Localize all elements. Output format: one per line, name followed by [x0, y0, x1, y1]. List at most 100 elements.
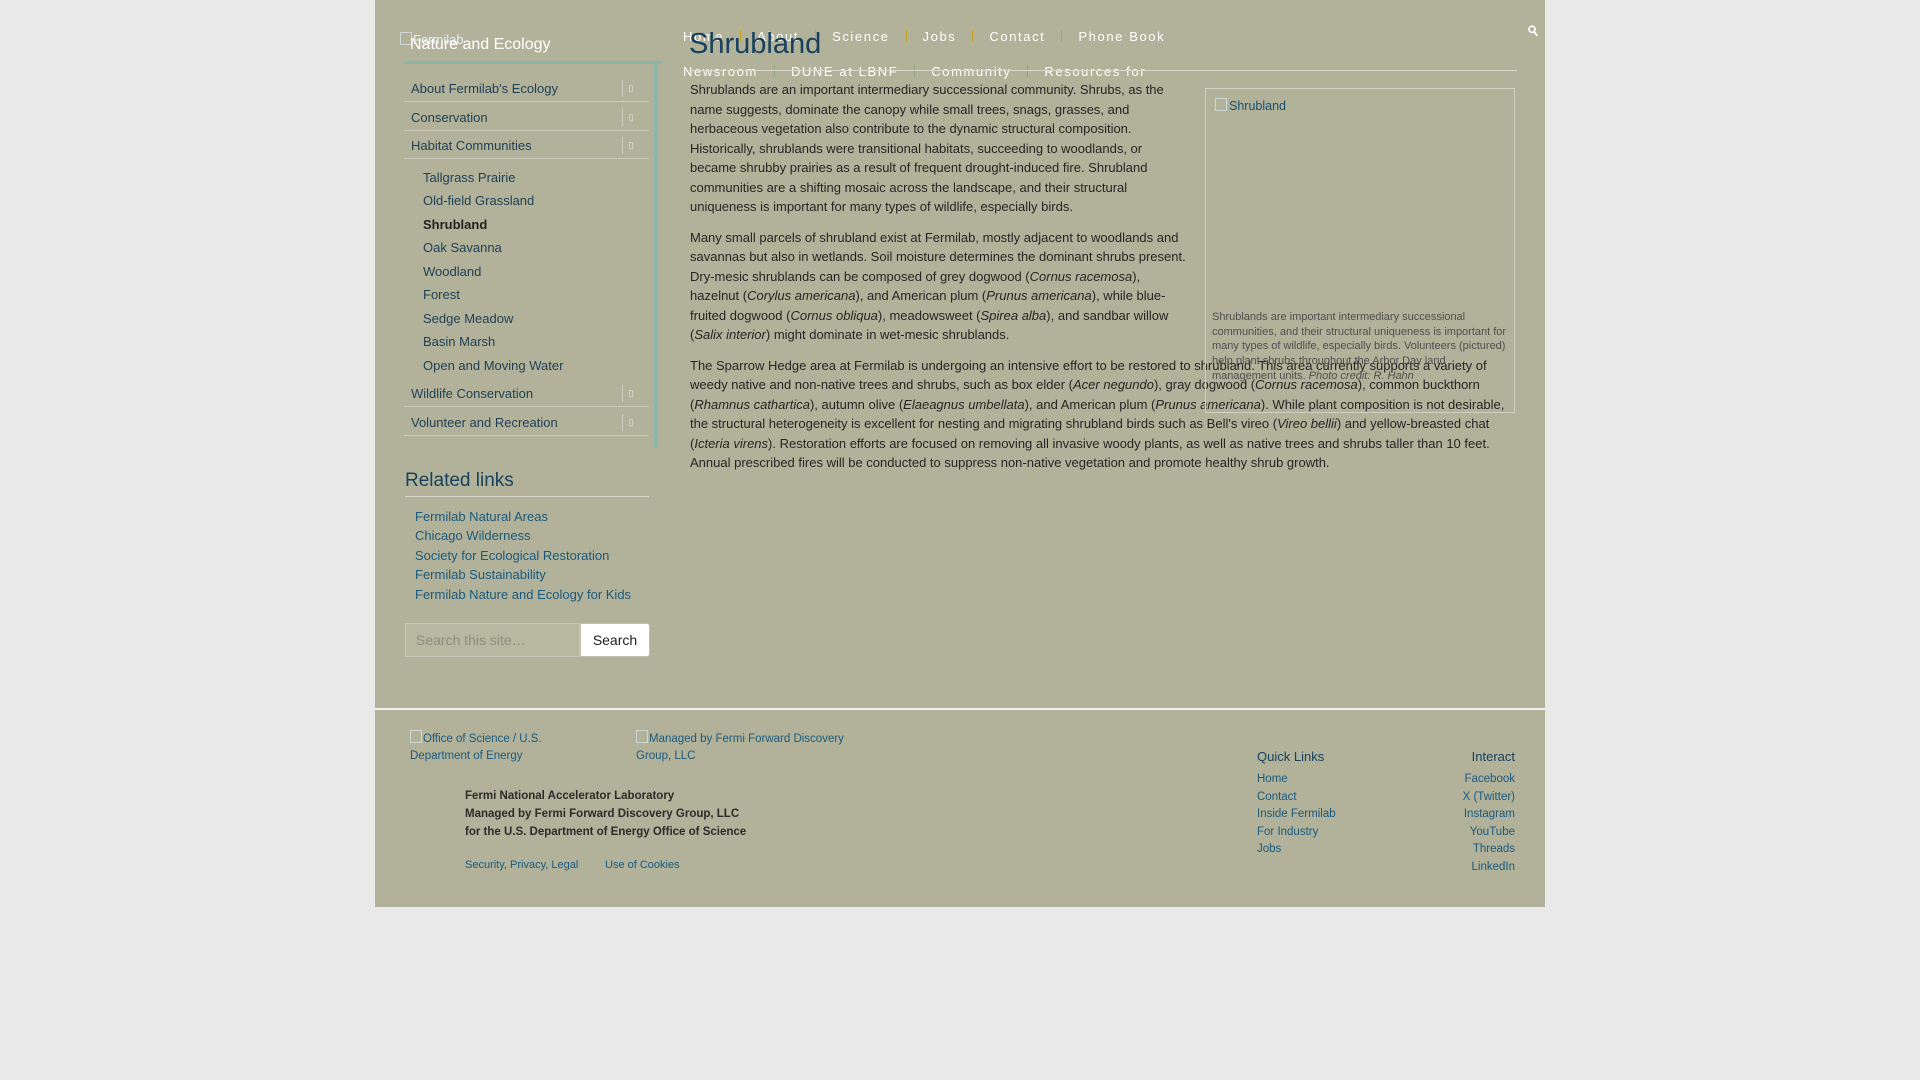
nav-contact[interactable]: Contact — [989, 29, 1045, 44]
sidebar-subitem-oak-savanna[interactable]: Oak Savanna — [423, 240, 502, 255]
nav-resources-for[interactable]: Resources for — [1044, 64, 1146, 79]
sidebar-subitem-open-and-moving-water[interactable]: Open and Moving Water — [423, 358, 563, 373]
species-name: Salix interior — [694, 327, 766, 342]
figure-caption: Shrublands are important intermediary su… — [1212, 310, 1508, 384]
sidebar-subitem-forest[interactable]: Forest — [423, 287, 460, 302]
sidebar-item-label: Wildlife Conservation — [411, 386, 534, 401]
expand-caret-icon[interactable]: ▯ — [622, 80, 639, 97]
interact-youtube-link[interactable]: YouTube — [1375, 826, 1515, 838]
search-icon[interactable] — [1528, 25, 1538, 40]
quick-link-home[interactable]: Home — [1257, 773, 1288, 785]
quick-link-for-industry[interactable]: For Industry — [1257, 826, 1318, 838]
nav-jobs[interactable]: Jobs — [923, 29, 957, 44]
species-name: Elaeagnus umbellata — [903, 396, 1025, 412]
nav-separator — [905, 30, 907, 42]
sidebar-item-volunteer-and-recreation[interactable]: Volunteer and Recreation ▯ — [404, 410, 649, 436]
nav-newsroom[interactable]: Newsroom — [683, 64, 758, 79]
related-link-nature-ecology-kids[interactable]: Fermilab Nature and Ecology for Kids — [415, 587, 631, 602]
org-name: Fermi National Accelerator Laboratory — [465, 790, 675, 802]
broken-image-icon — [410, 730, 422, 743]
sidebar-top-border — [404, 61, 662, 64]
interact-heading: Interact — [1471, 749, 1515, 764]
sidebar-subitem-woodland[interactable]: Woodland — [423, 264, 481, 279]
interact-x-twitter-link[interactable]: X (Twitter) — [1375, 791, 1515, 803]
species-name: Rhamnus cathartica — [694, 396, 810, 412]
nav-separator — [773, 65, 775, 77]
species-name: Prunus americana — [986, 288, 1092, 303]
sidebar-item-about-ecology[interactable]: About Fermilab's Ecology ▯ — [404, 76, 649, 102]
paragraph-text: ). Restoration efforts are focused on re… — [690, 435, 1490, 471]
paragraph-text: ), and American plum ( — [855, 288, 987, 303]
related-link-fermilab-sustainability[interactable]: Fermilab Sustainability — [415, 567, 546, 582]
org-manager: Managed by Fermi Forward Discovery Group… — [465, 807, 740, 820]
office-of-science-logo[interactable]: Office of Science / U.S. Department of E… — [410, 730, 565, 765]
sidebar-subitem-basin-marsh[interactable]: Basin Marsh — [423, 334, 495, 349]
species-name: Cornus obliqua — [790, 307, 878, 323]
article-paragraph-1: Shrublands are an important intermediary… — [690, 82, 1164, 214]
sidebar-subitem-old-field-grassland[interactable]: Old-field Grassland — [423, 193, 534, 208]
page-title: Shrubland — [689, 28, 822, 60]
title-divider — [689, 70, 1517, 71]
site-title: Nature and Ecology — [410, 36, 551, 53]
species-name: Vireo bellii — [1277, 416, 1337, 431]
nav-phone-book[interactable]: Phone Book — [1078, 29, 1165, 44]
sidebar-right-border — [654, 61, 658, 447]
interact-facebook-link[interactable]: Facebook — [1375, 773, 1515, 785]
collapse-caret-icon[interactable]: ▯ — [622, 137, 639, 154]
page-wrapper: Fermilab Nature and Ecology Home About S… — [375, 0, 1545, 907]
quick-link-jobs[interactable]: Jobs — [1257, 843, 1281, 855]
use-of-cookies-link[interactable]: Use of Cookies — [605, 859, 680, 871]
nav-science[interactable]: Science — [832, 29, 889, 44]
nav-separator — [914, 65, 916, 77]
shrubland-figure: Shrubland Shrublands are important inter… — [1205, 88, 1515, 413]
paragraph-text: ), meadowsweet ( — [877, 307, 981, 323]
interact-instagram-link[interactable]: Instagram — [1375, 808, 1515, 820]
org-sponsor: for the U.S. Department of Energy Office… — [465, 825, 747, 838]
related-link-chicago-wilderness[interactable]: Chicago Wilderness — [415, 528, 531, 543]
related-link-fermilab-natural-areas[interactable]: Fermilab Natural Areas — [415, 509, 548, 524]
nav-separator — [1027, 65, 1029, 77]
paragraph-text: ), and American plum ( — [1024, 396, 1156, 412]
nav-community[interactable]: Community — [931, 64, 1011, 79]
quick-link-contact[interactable]: Contact — [1257, 791, 1297, 803]
sidebar-item-label: Volunteer and Recreation — [411, 415, 558, 430]
expand-caret-icon[interactable]: ▯ — [622, 414, 639, 431]
sidebar-item-label: Conservation — [411, 110, 488, 125]
sidebar-item-wildlife-conservation[interactable]: Wildlife Conservation ▯ — [404, 381, 649, 407]
related-links-heading: Related links — [405, 470, 514, 491]
quick-link-inside-fermilab[interactable]: Inside Fermilab — [1257, 808, 1336, 820]
nav-separator — [1061, 30, 1063, 42]
sidebar-navigation: About Fermilab's Ecology ▯ Conservation … — [404, 61, 662, 447]
sidebar-item-habitat-communities[interactable]: Habitat Communities ▯ — [404, 133, 649, 159]
nav-separator — [972, 30, 974, 42]
related-link-society-ecological-restoration[interactable]: Society for Ecological Restoration — [415, 548, 609, 563]
interact-linkedin-link[interactable]: LinkedIn — [1375, 861, 1515, 873]
expand-caret-icon[interactable]: ▯ — [622, 385, 639, 402]
paragraph-text: ), autumn olive ( — [809, 396, 904, 412]
species-name: Corylus americana — [747, 288, 856, 303]
interact-threads-link[interactable]: Threads — [1375, 843, 1515, 855]
sidebar-item-label: About Fermilab's Ecology — [411, 81, 558, 96]
related-links-divider — [405, 496, 649, 497]
article-paragraph-2: Many small parcels of shrubland exist at… — [690, 228, 1190, 345]
expand-caret-icon[interactable]: ▯ — [622, 109, 639, 126]
search-icon-glyph — [1528, 25, 1538, 37]
species-name: Spirea alba — [980, 307, 1047, 323]
sidebar-item-conservation[interactable]: Conservation ▯ — [404, 105, 649, 131]
site-search-button[interactable]: Search — [580, 623, 650, 657]
figure-credit: Photo credit: R. Hahn — [1308, 369, 1414, 382]
nav-dune-at-lbnf[interactable]: DUNE at LBNF — [791, 64, 898, 79]
species-name: Acer negundo — [1073, 377, 1154, 392]
sidebar-subitem-tallgrass-prairie[interactable]: Tallgrass Prairie — [423, 170, 515, 185]
logo-alt-text: Managed by Fermi Forward Discovery Group… — [636, 733, 844, 762]
fermi-forward-logo[interactable]: Managed by Fermi Forward Discovery Group… — [636, 730, 876, 765]
security-privacy-legal-link[interactable]: Security, Privacy, Legal — [465, 859, 578, 871]
sidebar-subitem-sedge-meadow[interactable]: Sedge Meadow — [423, 311, 513, 326]
nav-row-secondary: Newsroom DUNE at LBNF Community Resource… — [683, 63, 1203, 79]
quick-links-heading: Quick Links — [1257, 749, 1325, 764]
species-name: Icteria virens — [694, 435, 769, 451]
site-search-input[interactable] — [405, 623, 580, 657]
image-alt-text: Shrubland — [1229, 99, 1286, 113]
sidebar-subitem-shrubland[interactable]: Shrubland — [423, 217, 487, 232]
broken-image-icon — [636, 730, 648, 743]
